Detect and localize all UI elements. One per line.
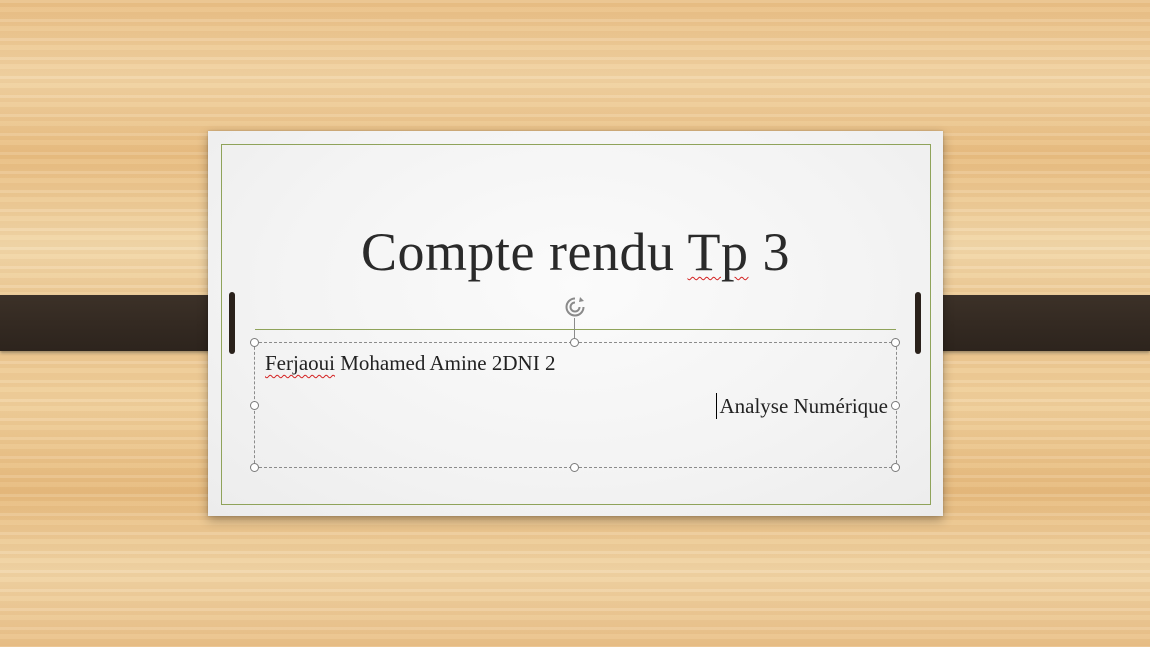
subtitle-line-author[interactable]: Ferjaoui Mohamed Amine 2DNI 2 <box>265 350 555 376</box>
resize-handle-left[interactable] <box>250 401 259 410</box>
resize-handle-top[interactable] <box>570 338 579 347</box>
resize-handle-bottom[interactable] <box>570 463 579 472</box>
slide-card[interactable]: Compte rendu Tp 3 Ferjaoui Mohamed Amine… <box>208 131 943 516</box>
right-strap <box>917 295 1150 351</box>
author-text-rest: Mohamed Amine 2DNI 2 <box>334 351 556 375</box>
slide-editor-canvas[interactable]: Compte rendu Tp 3 Ferjaoui Mohamed Amine… <box>0 0 1150 647</box>
resize-handle-top-right[interactable] <box>891 338 900 347</box>
text-cursor <box>716 393 718 419</box>
subtitle-textbox[interactable]: Ferjaoui Mohamed Amine 2DNI 2 Analyse Nu… <box>254 342 897 468</box>
left-strap <box>0 295 234 351</box>
rotate-handle-icon[interactable] <box>563 295 587 319</box>
right-strap-clip <box>915 292 921 354</box>
title-divider <box>255 329 896 330</box>
slide-title[interactable]: Compte rendu Tp 3 <box>208 217 943 287</box>
left-strap-clip <box>229 292 235 354</box>
resize-handle-bottom-right[interactable] <box>891 463 900 472</box>
resize-handle-top-left[interactable] <box>250 338 259 347</box>
title-text-end: 3 <box>748 222 790 282</box>
subtitle-line-course[interactable]: Analyse Numérique <box>716 393 888 419</box>
rotate-stem <box>574 318 575 338</box>
resize-handle-bottom-left[interactable] <box>250 463 259 472</box>
author-misspelled-word: Ferjaoui <box>265 351 335 375</box>
course-text: Analyse Numérique <box>719 394 888 418</box>
resize-handle-right[interactable] <box>891 401 900 410</box>
title-text-part: Compte rendu <box>361 222 688 282</box>
title-misspelled-word: Tp <box>687 222 749 282</box>
